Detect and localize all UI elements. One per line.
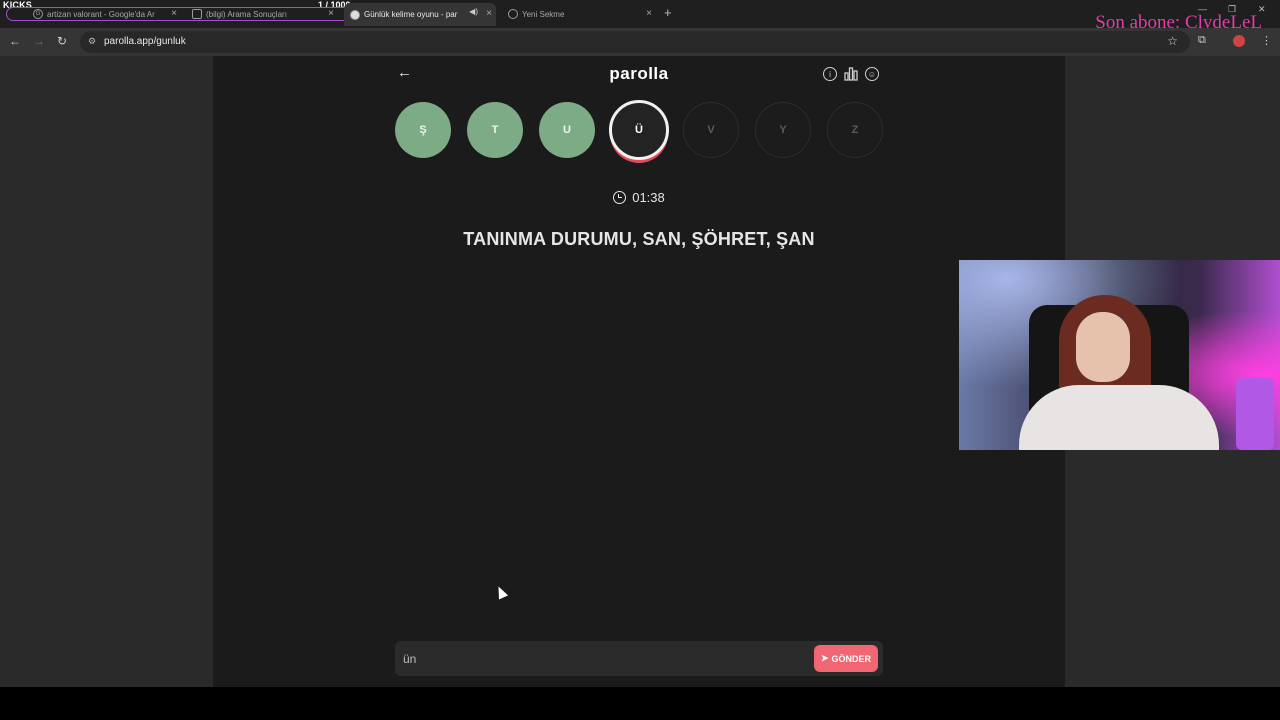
close-icon[interactable]: ×: [328, 8, 334, 19]
tab-google-search[interactable]: G artizan valorant - Google'da Ar ×: [33, 5, 177, 23]
send-label: GÖNDER: [831, 653, 872, 664]
send-icon: ➤: [820, 653, 829, 663]
forward-arrow-icon[interactable]: →: [33, 34, 45, 48]
site-info-icon[interactable]: ⚙: [88, 36, 98, 46]
game-container: ← parolla i ☺ Ş T U Ü V Y Z 01:38 TANINM…: [213, 56, 1065, 687]
timer: 01:38: [213, 190, 1065, 205]
brand-title[interactable]: parolla: [213, 64, 1065, 84]
new-tab-button[interactable]: +: [664, 5, 672, 20]
webcam-face: [1076, 312, 1130, 382]
letter-circle: Ş: [395, 102, 451, 158]
speaker-icon[interactable]: ◀): [469, 7, 478, 16]
reload-icon[interactable]: ↻: [57, 34, 67, 48]
close-icon[interactable]: ×: [171, 8, 177, 19]
tab-title: artizan valorant - Google'da Ar: [47, 9, 155, 19]
stats-icon[interactable]: [844, 67, 858, 81]
profile-avatar[interactable]: [1233, 35, 1245, 47]
close-icon[interactable]: ×: [486, 8, 492, 19]
screen: KICKS 1 / 1000 G artizan valorant - Goog…: [0, 0, 1280, 720]
chrome-icon: [508, 9, 518, 19]
tab-bar: KICKS 1 / 1000 G artizan valorant - Goog…: [0, 0, 1280, 28]
tab-title: Günlük kelime oyunu - par: [364, 10, 458, 19]
tab-title: (bilgi) Arama Sonuçları: [206, 9, 287, 19]
profile-icon[interactable]: ☺: [865, 67, 879, 81]
google-icon: G: [33, 9, 43, 19]
question-text: TANINMA DURUMU, SAN, ŞÖHRET, ŞAN: [463, 229, 815, 249]
webcam-overlay: [959, 260, 1280, 450]
send-button[interactable]: ➤ GÖNDER: [814, 645, 878, 672]
clock-icon: [613, 191, 627, 204]
back-arrow-icon[interactable]: ←: [9, 34, 21, 48]
letter-circle: T: [467, 102, 523, 158]
webcam-body: [1019, 385, 1219, 450]
letter-circle: Y: [755, 102, 811, 158]
url-text[interactable]: parolla.app/gunluk: [104, 36, 186, 47]
info-icon[interactable]: i: [823, 67, 837, 81]
letter-circle: V: [683, 102, 739, 158]
tab-parolla[interactable]: Günlük kelime oyunu - par ◀) ×: [344, 3, 496, 26]
page-icon: [192, 9, 202, 19]
address-bar[interactable]: ⚙ parolla.app/gunluk ☆: [80, 31, 1190, 53]
bookmark-star-icon[interactable]: ☆: [1167, 34, 1178, 48]
webcam-microphone: [1236, 378, 1274, 450]
tab-bilgi[interactable]: (bilgi) Arama Sonuçları ×: [192, 5, 334, 23]
letter-circle: U: [539, 102, 595, 158]
browser-toolbar: ← → ↻ ⚙ parolla.app/gunluk ☆ ⧉ ⋮: [0, 28, 1280, 56]
extensions-icon[interactable]: ⧉: [1198, 34, 1206, 47]
letter-progress: Ş T U Ü V Y Z: [395, 100, 885, 162]
header-icons: i ☺: [823, 67, 879, 81]
letter-circle-current: Ü: [609, 100, 669, 160]
letter-circle: Z: [827, 102, 883, 158]
parolla-icon: [350, 9, 360, 20]
app-header: ← parolla i ☺: [213, 56, 1065, 92]
menu-icon[interactable]: ⋮: [1261, 34, 1272, 47]
answer-input[interactable]: [403, 650, 803, 668]
tab-new[interactable]: Yeni Sekme ×: [508, 5, 652, 23]
tab-title: Yeni Sekme: [522, 9, 565, 19]
close-icon[interactable]: ×: [646, 8, 652, 19]
timer-value: 01:38: [632, 190, 665, 205]
answer-bar: ➤ GÖNDER: [395, 641, 883, 676]
